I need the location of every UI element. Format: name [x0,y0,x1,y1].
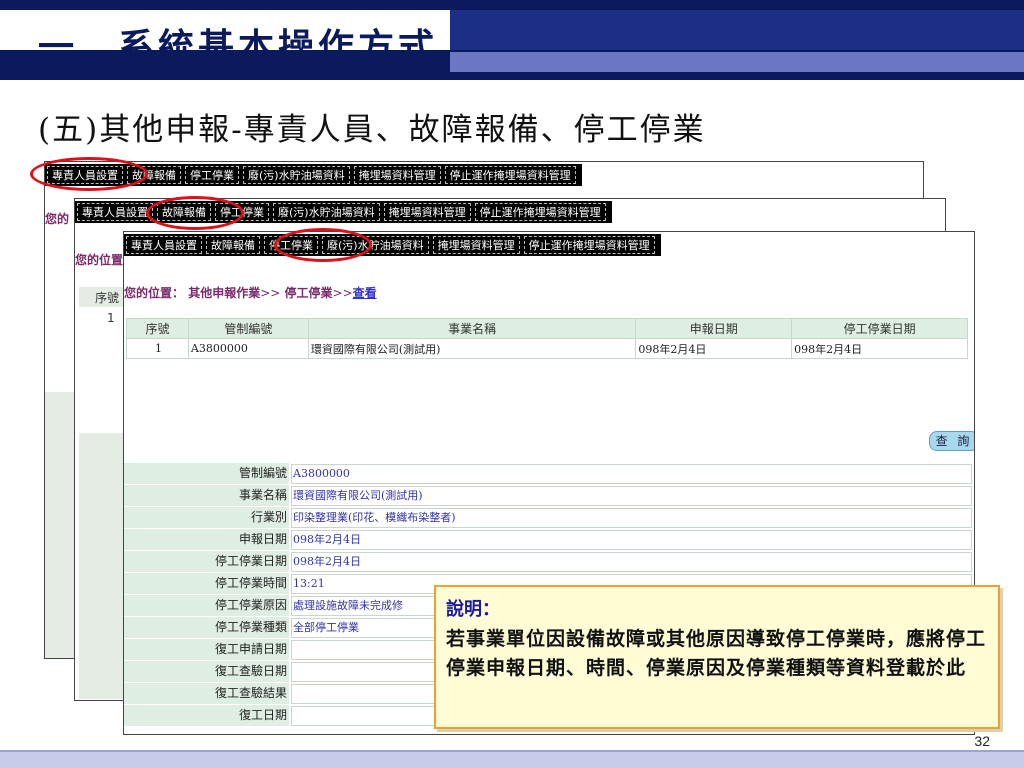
detail-row: 事業名稱 環資國際有限公司(測試用) [124,485,974,507]
title-strip-accent [450,10,1024,50]
field-label: 復工申請日期 [124,639,289,661]
field-label: 停工停業日期 [124,551,289,573]
menu-item-landfill[interactable]: 掩埋場資料管理 [353,166,441,184]
col-header-control-no: 管制編號 [187,318,309,339]
location-fragment: 您的 [45,212,70,226]
breadcrumb-item-other-reports: 其他申報作業 [188,286,261,300]
background-panel [45,392,75,658]
menu-item-wastewater[interactable]: 廢(污)水貯油場資料 [243,166,350,184]
cell-serial: 1 [126,338,189,359]
field-label: 停工停業種類 [124,617,289,639]
detail-row: 管制編號 A3800000 [124,463,974,485]
menu-item-wastewater[interactable]: 廢(污)水貯油場資料 [273,203,380,221]
menu-item-closed-landfill[interactable]: 停止運作掩埋場資料管理 [474,203,606,221]
col-header-business-name: 事業名稱 [307,318,637,339]
menu-item-suspension[interactable]: 停工停業 [185,166,239,184]
page-number: 32 [974,733,990,749]
col-header-report-date: 申報日期 [635,318,793,339]
highlight-oval-fault [146,196,244,230]
detail-row: 申報日期 098年2月4日 [124,529,974,551]
field-label: 行業別 [124,507,289,529]
menu-item-closed-landfill[interactable]: 停止運作掩埋場資料管理 [444,166,576,184]
breadcrumb-separator: >> [332,286,353,300]
cell-control-no: A3800000 [187,338,309,359]
query-button[interactable]: 查 詢 [929,431,974,451]
field-label: 復工查驗結果 [124,683,289,705]
col-header-serial: 序號 [126,318,189,339]
col-header-suspension-date: 停工停業日期 [791,318,968,339]
business-name-field: 環資國際有限公司(測試用) [291,486,972,506]
detail-row: 停工停業日期 098年2月4日 [124,551,974,573]
table-row[interactable]: 1 A3800000 環資國際有限公司(測試用) 098年2月4日 098年2月… [126,338,968,359]
highlight-oval-suspension [274,228,372,262]
callout-body: 若事業單位因設備故障或其他原因導致停工停業時，應將停工停業申報日期、時間、停業原… [446,628,987,679]
menu-bar: 專責人員設置 故障報備 停工停業 廢(污)水貯油場資料 掩埋場資料管理 停止運作… [124,234,661,256]
field-label: 管制編號 [124,463,289,485]
suspension-date-field: 098年2月4日 [291,552,972,572]
cell-suspension-date: 098年2月4日 [791,338,968,359]
menu-item-landfill[interactable]: 掩埋場資料管理 [432,236,520,254]
field-label: 事業名稱 [124,485,289,507]
menu-item-landfill[interactable]: 掩埋場資料管理 [383,203,471,221]
highlight-oval-personnel [30,157,148,191]
breadcrumb-label: 您的位置： [124,286,185,300]
location-fragment: 您的位置 [75,253,124,267]
footer-band [0,752,1024,768]
background-panel [79,433,125,699]
breadcrumb-item-suspension: 停工停業 [284,286,333,300]
field-label: 停工停業時間 [124,573,289,595]
detail-row: 行業別 印染整理業(印花、模織布染整者) [124,507,974,529]
header-cell: 序號 [79,287,125,307]
breadcrumb-separator: >> [260,286,281,300]
slide-subtitle: (五)其他申報-專責人員、故障報備、停工停業 [38,112,706,148]
slide-title: 一、系統基本操作方式 [38,26,439,68]
breadcrumb: 您的位置： 其他申報作業>> 停工停業>>查看 [124,284,377,301]
field-label: 停工停業原因 [124,595,289,617]
field-label: 復工日期 [124,705,289,727]
cell-report-date: 098年2月4日 [635,338,793,359]
control-no-field: A3800000 [291,464,972,484]
view-link[interactable]: 查看 [353,286,377,300]
serial-header: 序號 [95,291,120,305]
menu-item-fault[interactable]: 故障報備 [206,236,260,254]
explanation-callout: 說明： 若事業單位因設備故障或其他原因導致停工停業時，應將停工停業申報日期、時間… [434,585,1000,729]
field-label: 復工查驗日期 [124,661,289,683]
field-label: 申報日期 [124,529,289,551]
menu-item-personnel[interactable]: 專責人員設置 [77,203,153,221]
cell-business-name: 環資國際有限公司(測試用) [307,338,637,359]
menu-item-closed-landfill[interactable]: 停止運作掩埋場資料管理 [523,236,655,254]
serial-cell: 1 [107,311,115,325]
report-date-field: 098年2月4日 [291,530,972,550]
title-underband-accent [450,52,1024,72]
suspension-list-table: 序號 管制編號 事業名稱 申報日期 停工停業日期 1 A3800000 環資國際… [126,318,968,359]
callout-title: 說明： [446,599,500,620]
menu-item-personnel[interactable]: 專責人員設置 [126,236,202,254]
industry-field: 印染整理業(印花、模織布染整者) [291,508,972,528]
table-header-row: 序號 管制編號 事業名稱 申報日期 停工停業日期 [126,318,968,339]
